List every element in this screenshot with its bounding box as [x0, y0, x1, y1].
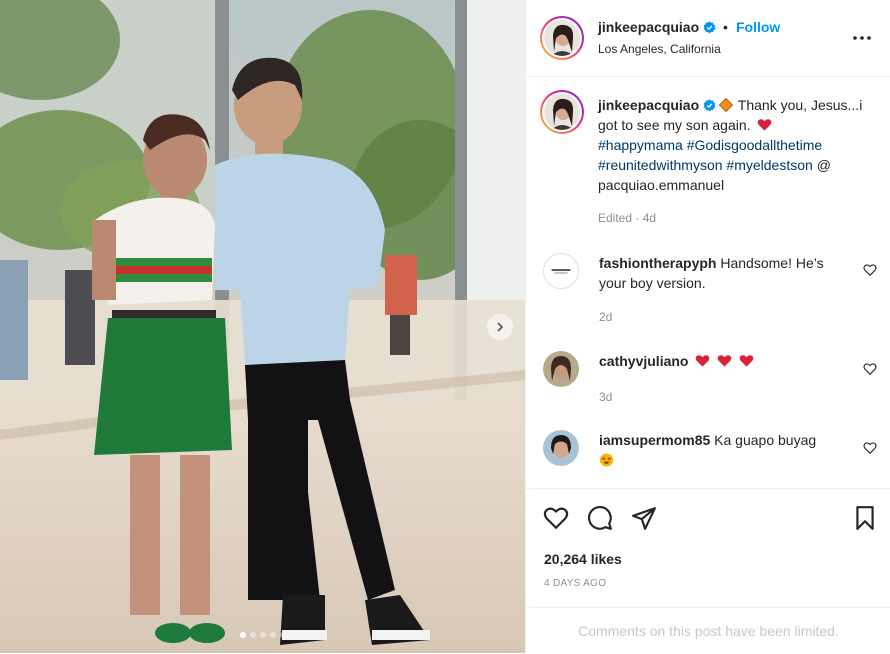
edited-label: Edited [598, 211, 633, 225]
comment-avatar[interactable] [543, 253, 579, 289]
profile-photo [543, 430, 579, 466]
comment-text: cathyvjuliano [599, 351, 854, 371]
red-heart-emoji-icon [696, 355, 710, 367]
hashtag-link[interactable]: #happymama [598, 137, 683, 153]
profile-photo [544, 94, 580, 130]
carousel-dot [279, 632, 286, 638]
carousel-next-button[interactable] [487, 314, 513, 340]
username-text[interactable]: jinkeepacquiao [598, 19, 699, 35]
instagram-post: jinkeepacquiao • Follow Los Angeles, Cal… [0, 0, 890, 653]
caption-avatar[interactable] [540, 90, 584, 134]
comment-body: Ka guapo buyag [714, 432, 817, 448]
hashtag-link[interactable]: #reunitedwithmyson [598, 157, 723, 173]
send-icon[interactable] [631, 505, 657, 531]
carousel-dot [259, 632, 266, 638]
comment-heart-icon[interactable] [863, 263, 877, 277]
carousel-dot [249, 632, 256, 638]
post-side-panel: jinkeepacquiao • Follow Los Angeles, Cal… [525, 0, 890, 653]
comment-heart-icon[interactable] [863, 362, 877, 376]
comment-username[interactable]: iamsupermom85 [599, 432, 710, 448]
comment-username[interactable]: cathyvjuliano [599, 353, 688, 369]
comments-limited-notice: Comments on this post have been limited. [526, 607, 890, 654]
post-actions: 20,264 likes 4 DAYS AGO Comments on this… [526, 488, 890, 653]
author-avatar[interactable] [540, 16, 584, 60]
follow-button[interactable]: Follow [736, 19, 780, 35]
brand-logo-icon [544, 254, 578, 288]
heart-icon[interactable] [543, 505, 569, 531]
profile-photo [544, 20, 580, 56]
author-username[interactable]: jinkeepacquiao [598, 19, 716, 35]
post-date[interactable]: 4 DAYS AGO [544, 578, 606, 589]
chevron-right-icon [497, 322, 504, 332]
photo-scene [0, 0, 525, 653]
caption-time[interactable]: 4d [643, 211, 656, 225]
caption-text: jinkeepacquiao Thank you, Jesus...i got … [598, 95, 876, 195]
more-horizontal-icon[interactable] [852, 30, 872, 46]
hashtag-link[interactable]: #myeldestson [726, 157, 812, 173]
caption-username[interactable]: jinkeepacquiao [598, 97, 699, 113]
red-heart-emoji-icon [717, 355, 732, 367]
post-location[interactable]: Los Angeles, California [598, 42, 721, 56]
comment-text: iamsupermom85 Ka guapo buyag [599, 430, 854, 470]
post-photo[interactable] [0, 0, 525, 653]
comment-username[interactable]: fashiontherapyph [599, 255, 716, 271]
carousel-dot [239, 632, 246, 638]
red-heart-emoji-icon [739, 355, 754, 367]
comment-avatar[interactable] [543, 430, 579, 466]
post-header: jinkeepacquiao • Follow Los Angeles, Cal… [526, 0, 890, 77]
caption-meta: Edited · 4d [598, 211, 657, 225]
carousel-dot [269, 632, 276, 638]
comment-avatar[interactable] [543, 351, 579, 387]
carousel-indicator [0, 632, 525, 638]
verified-badge-icon [703, 99, 716, 112]
star-struck-emoji-icon [599, 453, 614, 467]
comment-heart-icon[interactable] [863, 441, 877, 455]
comment-time[interactable]: 3d [599, 390, 612, 404]
profile-photo [543, 351, 579, 387]
comment-text: fashiontherapyph Handsome! He’s your boy… [599, 253, 854, 293]
comment-icon[interactable] [587, 505, 613, 531]
red-heart-emoji-icon [758, 119, 772, 131]
header-separator: • [723, 19, 728, 35]
verified-badge-icon [703, 21, 716, 34]
orange-diamond-emoji-icon [719, 97, 734, 113]
hashtag-link[interactable]: #Godisgoodallthetime [687, 137, 822, 153]
likes-count[interactable]: 20,264 likes [544, 551, 622, 567]
comment-time[interactable]: 2d [599, 310, 612, 324]
bookmark-icon[interactable] [852, 505, 878, 531]
